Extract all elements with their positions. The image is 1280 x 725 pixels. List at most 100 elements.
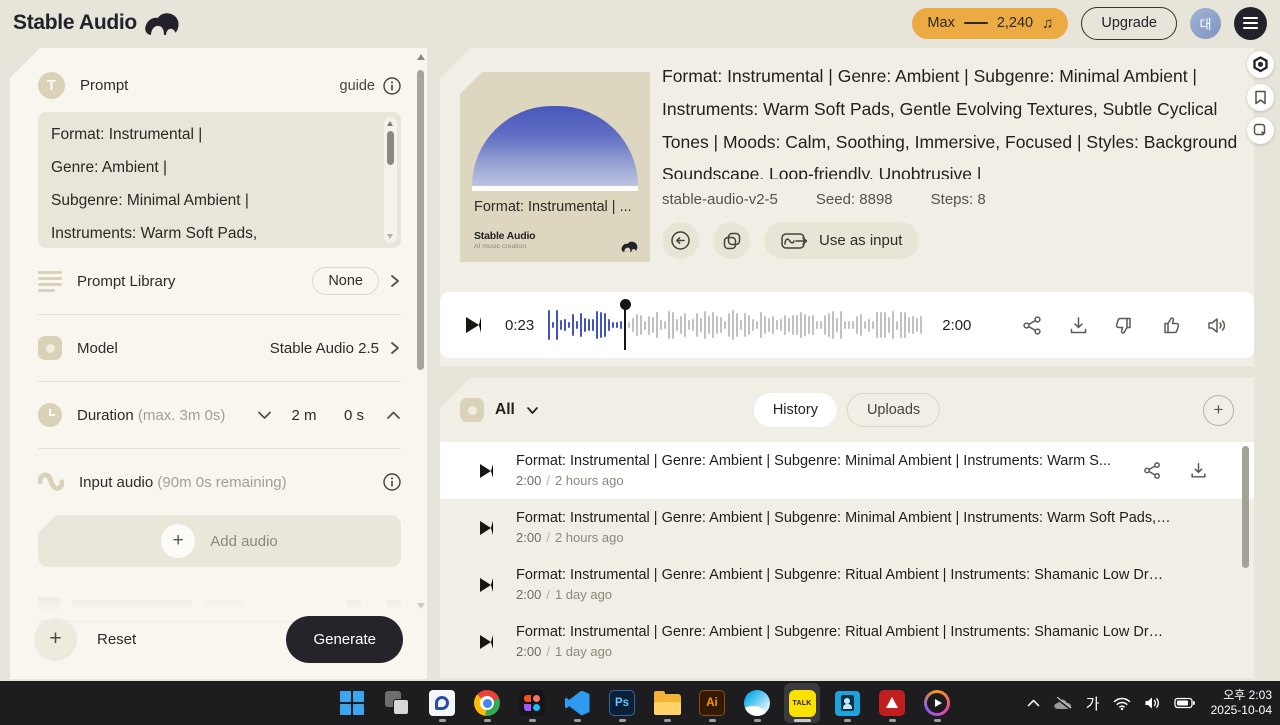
track-row[interactable]: Format: Instrumental | Genre: Ambient | … bbox=[440, 613, 1254, 670]
prompt-scrollbar[interactable] bbox=[384, 117, 397, 243]
scroll-down-icon[interactable] bbox=[417, 603, 425, 609]
info-icon[interactable] bbox=[383, 473, 401, 491]
now-playing-card: Format: Instrumental | ... Stable Audio … bbox=[440, 48, 1254, 366]
waveform-seekbar[interactable] bbox=[548, 296, 928, 354]
new-generation-button[interactable]: + bbox=[1203, 394, 1234, 426]
footer-fade bbox=[10, 585, 427, 611]
total-time: 2:00 bbox=[942, 316, 972, 334]
tray-expand-icon[interactable] bbox=[1027, 699, 1040, 707]
track-row[interactable]: Format: Instrumental | Genre: Ambient | … bbox=[440, 556, 1254, 613]
play-icon[interactable] bbox=[480, 463, 493, 478]
copy-button[interactable] bbox=[713, 222, 750, 259]
model-row[interactable]: Model Stable Audio 2.5 bbox=[38, 315, 401, 381]
onedrive-icon[interactable] bbox=[1053, 696, 1073, 710]
input-audio-row: Input audio (90m 0s remaining) bbox=[38, 449, 401, 515]
app-media-player[interactable] bbox=[919, 683, 955, 723]
reset-label[interactable]: Reset bbox=[97, 631, 136, 648]
chevron-right-icon bbox=[389, 274, 401, 288]
floating-widgets bbox=[1247, 51, 1274, 144]
track-row[interactable]: Format: Instrumental | Genre: Ambient | … bbox=[440, 442, 1254, 499]
app-vscode[interactable] bbox=[559, 683, 595, 723]
chevron-down-icon bbox=[526, 406, 538, 414]
duration-icon bbox=[38, 403, 62, 427]
play-icon[interactable] bbox=[480, 520, 493, 535]
guide-link[interactable]: guide bbox=[340, 78, 375, 94]
app-stable-diffusion[interactable] bbox=[424, 683, 460, 723]
add-audio-button[interactable]: + Add audio bbox=[38, 515, 401, 567]
logo-text: Stable Audio bbox=[13, 11, 137, 34]
scroll-up-icon[interactable] bbox=[387, 121, 393, 126]
app-logo[interactable]: Stable Audio bbox=[13, 11, 180, 35]
prompt-library-row[interactable]: Prompt Library None bbox=[38, 248, 401, 314]
upgrade-button[interactable]: Upgrade bbox=[1081, 6, 1177, 40]
scroll-up-icon[interactable] bbox=[417, 54, 425, 60]
wifi-icon[interactable] bbox=[1113, 697, 1131, 710]
duration-decrease-button[interactable] bbox=[257, 410, 272, 420]
topbar: Stable Audio Max 2,240 ♫ Upgrade 대 bbox=[0, 0, 1280, 46]
app-illustrator[interactable]: Ai bbox=[694, 683, 730, 723]
app-photoshop[interactable]: Ps bbox=[604, 683, 640, 723]
chat-widget-button[interactable] bbox=[1247, 51, 1274, 78]
app-chrome[interactable] bbox=[469, 683, 505, 723]
sidebar-scrollbar[interactable] bbox=[416, 54, 425, 673]
thumbs-up-button[interactable] bbox=[1160, 315, 1181, 336]
credits-badge[interactable]: Max 2,240 ♫ bbox=[912, 7, 1069, 39]
volume-icon[interactable] bbox=[1144, 696, 1161, 710]
start-button[interactable] bbox=[334, 683, 370, 723]
clock[interactable]: 오후 2:03 2025-10-04 bbox=[1211, 688, 1272, 718]
library-scrollbar-thumb[interactable] bbox=[1242, 446, 1249, 568]
ime-indicator[interactable]: 가 bbox=[1086, 693, 1100, 714]
use-as-input-button[interactable]: Use as input bbox=[764, 222, 920, 259]
play-icon[interactable] bbox=[480, 634, 493, 649]
track-row[interactable]: Format: Instrumental | Genre: Ambient | … bbox=[440, 499, 1254, 556]
app-kakaotalk[interactable]: TALK bbox=[784, 683, 820, 723]
select-share-button[interactable] bbox=[1247, 117, 1274, 144]
app-figma[interactable] bbox=[514, 683, 550, 723]
scroll-thumb[interactable] bbox=[417, 70, 424, 370]
artwork-caption: Format: Instrumental | ... bbox=[474, 199, 632, 215]
volume-button[interactable] bbox=[1206, 315, 1228, 336]
tab-uploads[interactable]: Uploads bbox=[846, 393, 941, 427]
share-button[interactable] bbox=[1143, 461, 1162, 480]
scroll-thumb[interactable] bbox=[387, 131, 394, 165]
tab-history[interactable]: History bbox=[753, 393, 837, 427]
track-age: 2 hours ago bbox=[554, 530, 624, 545]
track-title: Format: Instrumental | Genre: Ambient | … bbox=[516, 567, 1171, 583]
current-time: 0:23 bbox=[505, 316, 535, 334]
filter-dropdown[interactable]: All bbox=[460, 398, 539, 422]
download-button[interactable] bbox=[1189, 461, 1208, 480]
duration-increase-button[interactable] bbox=[386, 410, 401, 420]
generate-button[interactable]: Generate bbox=[286, 615, 403, 663]
track-age: 2 hours ago bbox=[554, 473, 624, 488]
battery-icon[interactable] bbox=[1173, 697, 1195, 709]
download-button[interactable] bbox=[1068, 315, 1089, 336]
thumbs-down-button[interactable] bbox=[1114, 315, 1135, 336]
reuse-settings-button[interactable] bbox=[662, 222, 699, 259]
prompt-library-value[interactable]: None bbox=[312, 267, 379, 295]
playhead[interactable] bbox=[619, 299, 631, 350]
duration-minutes[interactable]: 2 m bbox=[286, 407, 322, 424]
prompt-textarea[interactable]: Format: Instrumental | Genre: Ambient | … bbox=[38, 112, 401, 248]
reset-plus-icon[interactable]: + bbox=[34, 617, 77, 661]
share-button[interactable] bbox=[1022, 315, 1043, 336]
play-button[interactable] bbox=[466, 317, 481, 333]
bookmark-button[interactable] bbox=[1247, 84, 1274, 111]
app-file-explorer[interactable] bbox=[649, 683, 685, 723]
avatar[interactable]: 대 bbox=[1190, 7, 1221, 39]
app-acrobat[interactable] bbox=[874, 683, 910, 723]
task-view-button[interactable] bbox=[379, 683, 415, 723]
input-audio-hint: (90m 0s remaining) bbox=[157, 473, 287, 491]
hamburger-menu-button[interactable] bbox=[1234, 6, 1267, 40]
player-icons bbox=[1022, 315, 1228, 336]
scroll-down-icon[interactable] bbox=[387, 234, 393, 239]
track-list: Format: Instrumental | Genre: Ambient | … bbox=[440, 442, 1254, 670]
track-duration: 2:00 bbox=[516, 644, 542, 659]
prompt-line: Genre: Ambient | bbox=[51, 159, 168, 176]
play-icon[interactable] bbox=[480, 577, 493, 592]
app-scanner[interactable] bbox=[829, 683, 865, 723]
track-title: Format: Instrumental | Genre: Ambient | … bbox=[516, 453, 1112, 469]
app-whale-browser[interactable] bbox=[739, 683, 775, 723]
sidebar-footer: + Reset Generate bbox=[34, 611, 403, 667]
duration-seconds[interactable]: 0 s bbox=[336, 407, 372, 424]
info-icon[interactable] bbox=[383, 76, 401, 95]
